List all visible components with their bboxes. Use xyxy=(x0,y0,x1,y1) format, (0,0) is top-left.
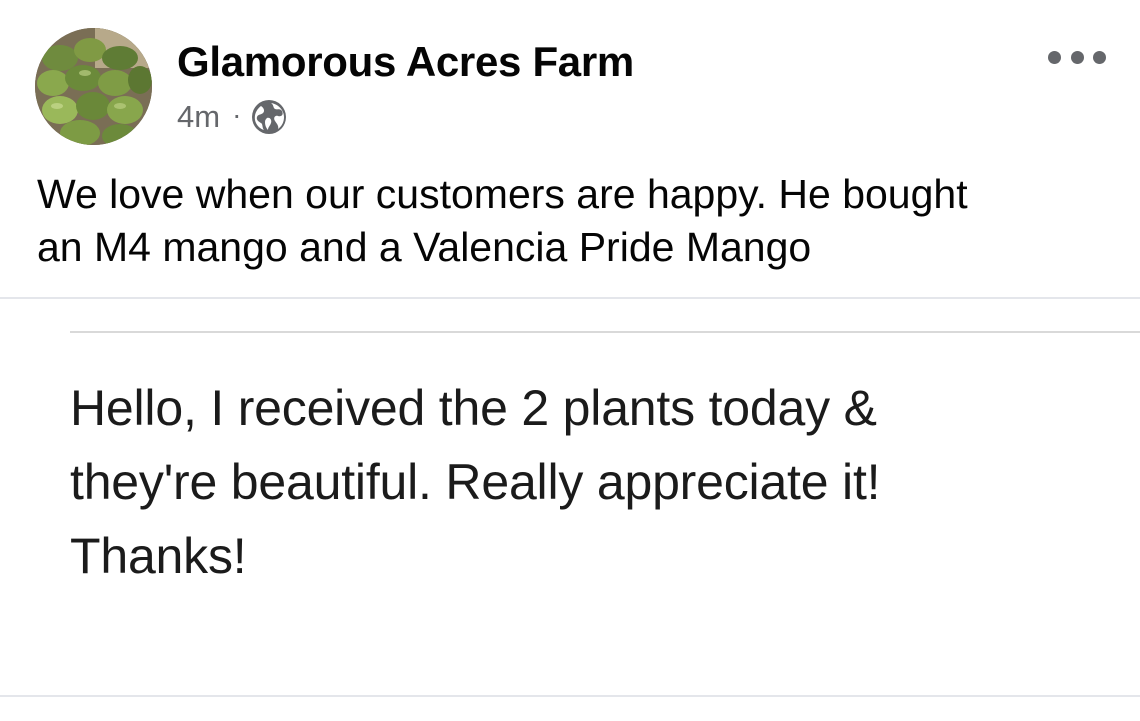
screenshot-top-border xyxy=(70,331,1140,333)
page-avatar[interactable] xyxy=(35,28,152,145)
attached-photo[interactable]: Hello, I received the 2 plants today & t… xyxy=(0,299,1140,695)
more-dot xyxy=(1048,50,1061,64)
page-name-link[interactable]: Glamorous Acres Farm xyxy=(177,38,634,86)
more-dot xyxy=(1070,50,1084,64)
message-line: they're beautiful. Really appreciate it! xyxy=(70,454,881,510)
caption-line: an M4 mango and a Valencia Pride Mango xyxy=(37,224,812,270)
screenshot-message: Hello, I received the 2 plants today & t… xyxy=(70,371,1110,593)
message-line: Thanks! xyxy=(70,528,247,584)
post-caption: We love when our customers are happy. He… xyxy=(37,168,1097,274)
post-timestamp[interactable]: 4m xyxy=(177,99,220,135)
message-line: Hello, I received the 2 plants today & xyxy=(70,380,877,436)
divider xyxy=(0,695,1140,697)
globe-icon[interactable] xyxy=(251,99,287,135)
more-options-button[interactable] xyxy=(1048,42,1106,72)
more-dot xyxy=(1093,50,1106,64)
mango-pile-photo xyxy=(35,28,152,145)
post-meta: 4m · xyxy=(177,97,287,137)
meta-separator: · xyxy=(232,99,242,130)
facebook-post: Glamorous Acres Farm 4m · We love when o… xyxy=(0,0,1140,721)
caption-line: We love when our customers are happy. He… xyxy=(37,171,968,217)
